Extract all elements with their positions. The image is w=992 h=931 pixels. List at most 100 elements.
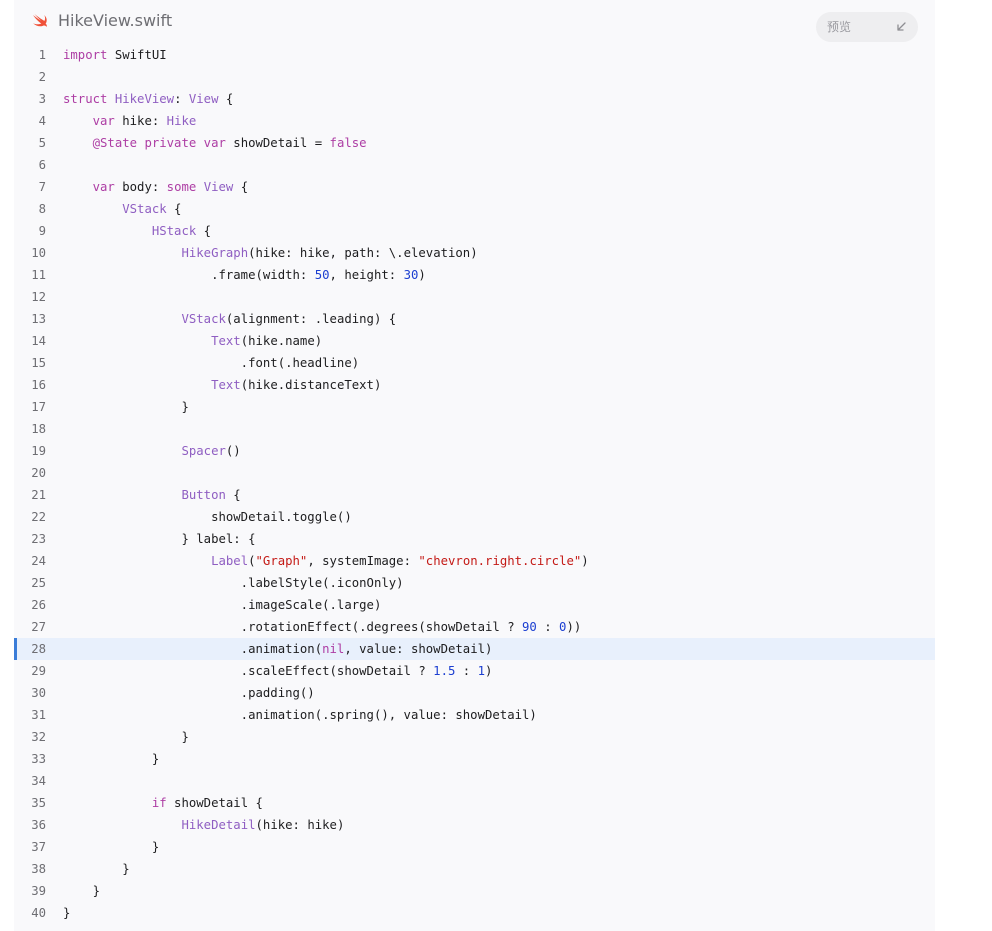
line-number: 37: [31, 840, 46, 854]
line-number: 15: [31, 356, 46, 370]
code-line: 15 .font(.headline): [14, 352, 935, 374]
code-token: }: [63, 730, 189, 744]
line-number: 14: [31, 334, 46, 348]
code-line: 4 var hike: Hike: [14, 110, 935, 132]
code-token: {: [196, 224, 212, 238]
code-line-text: showDetail.toggle(): [63, 506, 352, 528]
line-number: 12: [31, 290, 46, 304]
code-line: 1 import SwiftUI: [14, 44, 935, 66]
code-token: (hike.distanceText): [240, 378, 382, 392]
line-number: 19: [31, 444, 46, 458]
line-number: 23: [31, 532, 46, 546]
swift-logo-icon: [33, 14, 47, 27]
code-line-text: var hike: Hike: [63, 110, 197, 132]
line-number: 36: [31, 818, 46, 832]
line-number: 33: [31, 752, 46, 766]
code-line-text: .imageScale(.large): [63, 594, 382, 616]
code-token: }: [63, 752, 160, 766]
code-token: View: [203, 180, 234, 194]
code-line: 21 Button {: [14, 484, 935, 506]
code-token: , height:: [329, 268, 404, 282]
code-line: 31 .animation(.spring(), value: showDeta…: [14, 704, 935, 726]
code-header: HikeView.swift 预览: [14, 0, 935, 42]
code-line: 25 .labelStyle(.iconOnly): [14, 572, 935, 594]
line-number: 10: [31, 246, 46, 260]
code-token: }: [63, 862, 130, 876]
code-line-text: .animation(.spring(), value: showDetail): [63, 704, 537, 726]
code-line-text: .frame(width: 50, height: 30): [63, 264, 426, 286]
code-line: 29 .scaleEffect(showDetail ? 1.5 : 1): [14, 660, 935, 682]
code-token: .animation(.spring(), value: showDetail): [63, 708, 537, 722]
code-token: if: [151, 796, 167, 810]
code-line-text: Text(hike.name): [63, 330, 322, 352]
line-number: 28: [31, 642, 46, 656]
line-number: 4: [38, 114, 46, 128]
line-number: 9: [38, 224, 46, 238]
code-token: .rotationEffect(.degrees(showDetail ?: [63, 620, 523, 634]
code-token: }: [63, 400, 189, 414]
code-token: Hike: [166, 114, 197, 128]
code-line: 19 Spacer(): [14, 440, 935, 462]
code-line: 37 }: [14, 836, 935, 858]
code-line-text: .rotationEffect(.degrees(showDetail ? 90…: [63, 616, 582, 638]
line-number: 27: [31, 620, 46, 634]
line-number: 29: [31, 664, 46, 678]
code-line: 32 }: [14, 726, 935, 748]
code-token: body:: [114, 180, 167, 194]
line-number: 6: [38, 158, 46, 172]
code-line: 39 }: [14, 880, 935, 902]
code-token: HStack: [151, 224, 197, 238]
line-number: 7: [38, 180, 46, 194]
code-line-text: .labelStyle(.iconOnly): [63, 572, 404, 594]
code-line: 10 HikeGraph(hike: hike, path: \.elevati…: [14, 242, 935, 264]
line-number: 26: [31, 598, 46, 612]
code-line: 6: [14, 154, 935, 176]
line-number: 40: [31, 906, 46, 920]
code-token: (: [248, 554, 256, 568]
code-token: struct: [63, 92, 108, 106]
line-number: 17: [31, 400, 46, 414]
code-line: 40}: [14, 902, 935, 924]
code-line-text: VStack(alignment: .leading) {: [63, 308, 396, 330]
code-line: 30 .padding(): [14, 682, 935, 704]
code-token: :: [455, 664, 478, 678]
preview-button-label: 预览: [827, 20, 852, 34]
code-token: Spacer: [181, 444, 226, 458]
line-number: 16: [31, 378, 46, 392]
code-token: 90: [522, 620, 537, 634]
code-token: hike:: [114, 114, 167, 128]
code-token: .frame(width:: [63, 268, 315, 282]
code-line: 35 if showDetail {: [14, 792, 935, 814]
code-line-text: Text(hike.distanceText): [63, 374, 381, 396]
code-line-text: struct HikeView: View {: [63, 88, 233, 110]
code-token: 30: [403, 268, 419, 282]
code-token: 50: [314, 268, 330, 282]
code-line-text: .scaleEffect(showDetail ? 1.5 : 1): [63, 660, 493, 682]
preview-button[interactable]: 预览: [816, 12, 918, 42]
code-line-text: .font(.headline): [63, 352, 359, 374]
code-line: 26 .imageScale(.large): [14, 594, 935, 616]
code-token: some: [166, 180, 197, 194]
code-line-text: }: [63, 726, 189, 748]
code-line-text: @State private var showDetail = false: [63, 132, 367, 154]
code-line: 22 showDetail.toggle(): [14, 506, 935, 528]
code-token: .padding(): [63, 686, 315, 700]
line-number: 34: [31, 774, 46, 788]
line-number: 5: [38, 136, 46, 150]
code-token: @State private var: [92, 136, 226, 150]
code-token: .font(.headline): [63, 356, 360, 370]
line-number: 31: [31, 708, 46, 722]
code-token: View: [188, 92, 219, 106]
code-token: "Graph": [255, 554, 308, 568]
code-line: 34: [14, 770, 935, 792]
code-token: {: [166, 202, 182, 216]
code-listing-panel: HikeView.swift 预览 1 import SwiftUI 2 3 struc…: [14, 0, 935, 931]
code-token: {: [225, 488, 241, 502]
